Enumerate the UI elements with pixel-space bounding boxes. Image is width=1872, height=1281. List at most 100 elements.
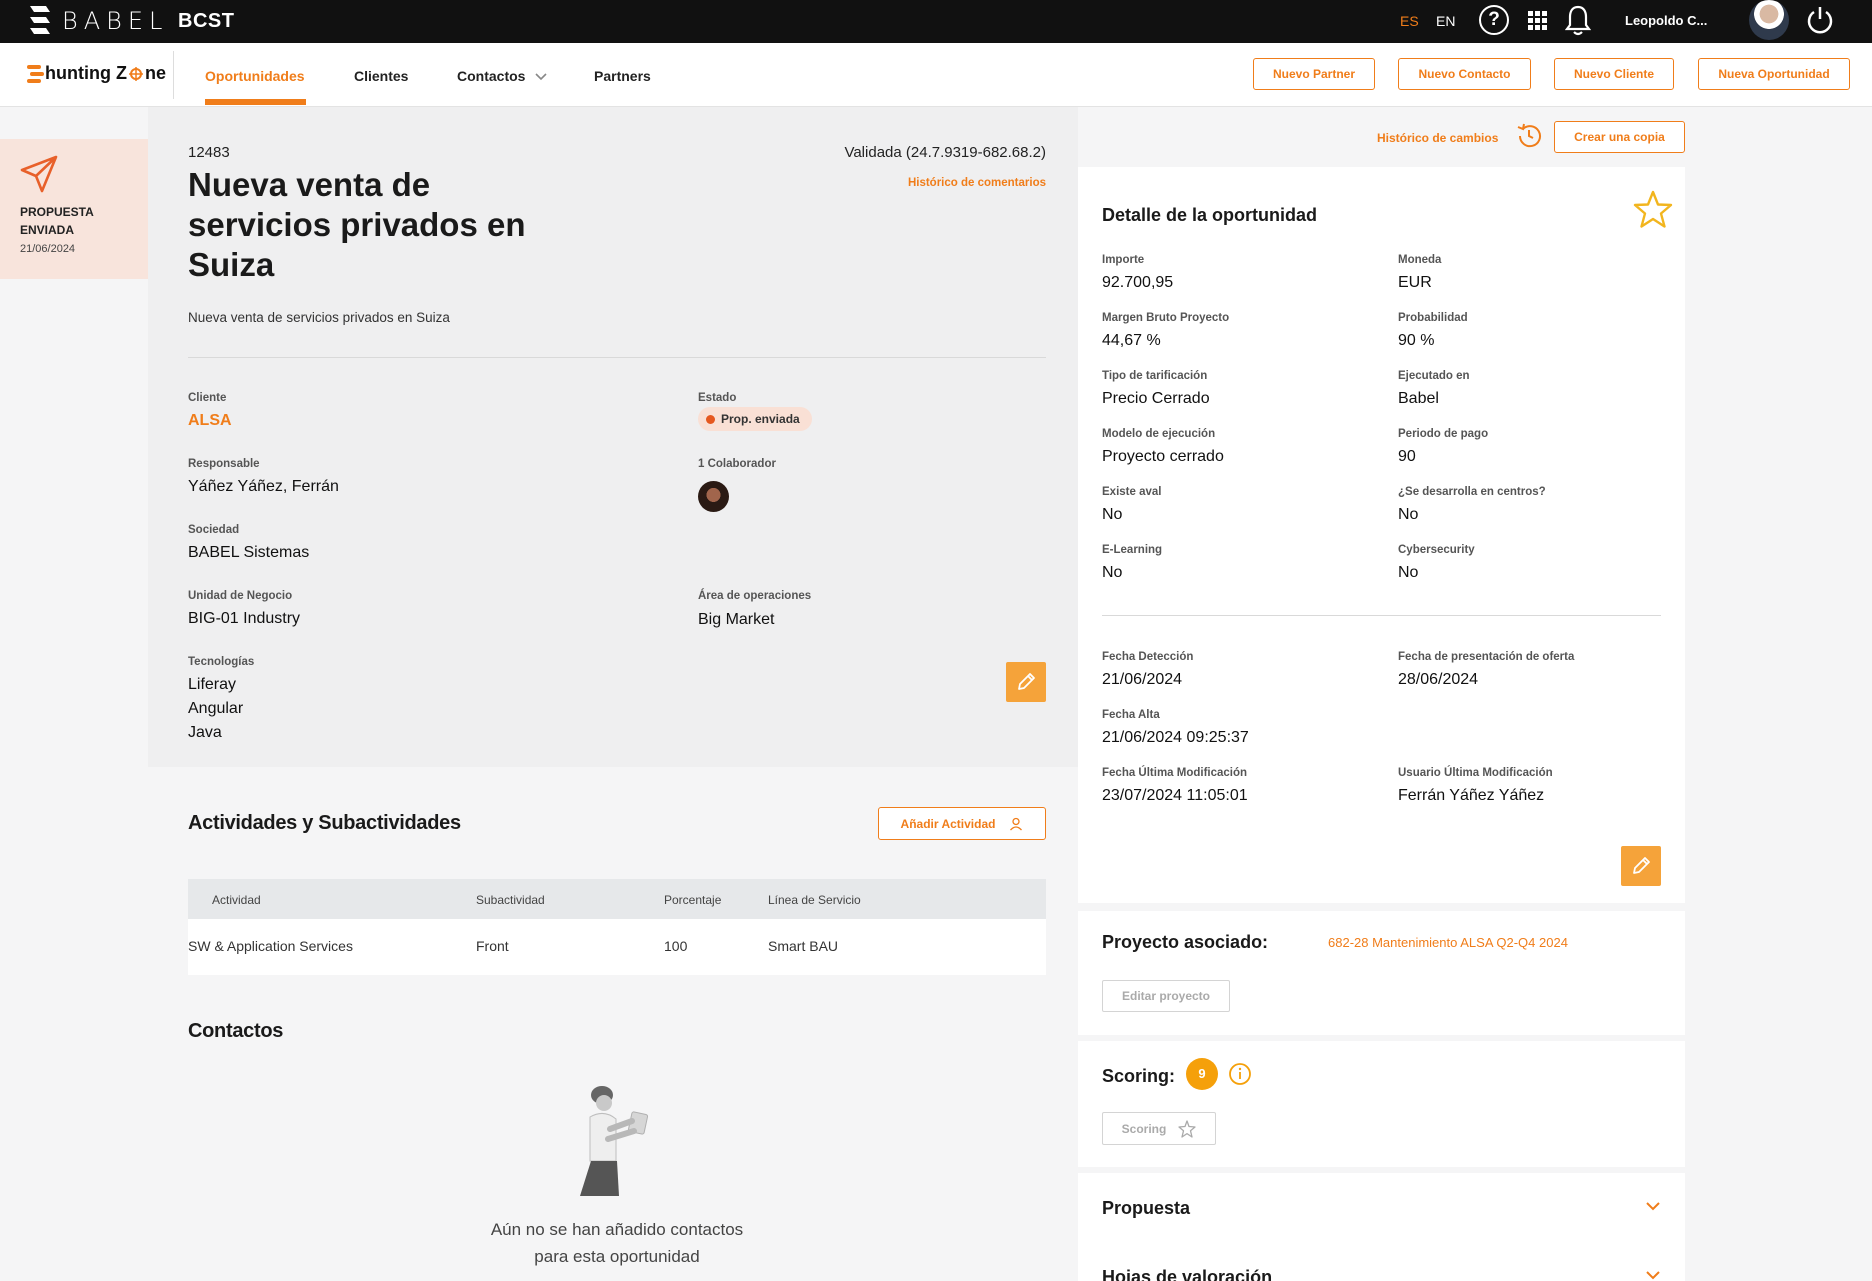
top-bar: BABEL BCST ES EN ? Leopoldo C...	[0, 0, 1872, 43]
active-tab-indicator	[205, 99, 306, 105]
accordion-propuesta[interactable]: Propuesta	[1102, 1198, 1190, 1219]
change-history-link[interactable]: Histórico de cambios	[1377, 131, 1498, 145]
nav-oportunidades[interactable]: Oportunidades	[205, 68, 305, 84]
estado-label: Estado	[698, 392, 737, 404]
unidad-label: Unidad de Negocio	[188, 590, 293, 602]
tecnologias-label: Tecnologías	[188, 656, 255, 668]
user-avatar[interactable]	[1749, 0, 1789, 40]
sociedad-label: Sociedad	[188, 524, 240, 536]
scoring-label: Scoring:	[1102, 1066, 1176, 1086]
table-cell: Smart BAU	[768, 938, 839, 954]
hunting-zone-logo[interactable]: hunting Z ne	[27, 63, 166, 84]
pencil-icon	[1018, 673, 1035, 690]
divider	[1102, 615, 1661, 616]
fecha-oferta-label: Fecha de presentación de oferta	[1398, 651, 1575, 663]
validation-status: Validada (24.7.9319-682.68.2)	[844, 144, 1046, 161]
tecnologia-item: Liferay	[188, 676, 237, 693]
edit-project-button[interactable]: Editar proyecto	[1102, 980, 1230, 1012]
opportunity-description: Nueva venta de servicios privados en Sui…	[188, 310, 450, 325]
periodo-value: 90	[1398, 448, 1416, 465]
project-link[interactable]: 682-28 Mantenimiento ALSA Q2-Q4 2024	[1328, 935, 1568, 950]
nuevo-contacto-button[interactable]: Nuevo Contacto	[1398, 58, 1531, 90]
modelo-label: Modelo de ejecución	[1102, 428, 1216, 440]
opportunity-detail-panel: Detalle de la oportunidad Importe 92.700…	[1078, 167, 1685, 1281]
babel-mark-icon	[30, 6, 50, 34]
responsable-value: Yáñez Yáñez, Ferrán	[188, 478, 339, 495]
tecnologia-item: Java	[188, 724, 222, 741]
star-favorite-icon[interactable]	[1632, 189, 1674, 231]
cliente-label: Cliente	[188, 392, 227, 404]
fecha-deteccion-value: 21/06/2024	[1102, 671, 1183, 688]
table-row[interactable]: SW & Application Services Front 100 Smar…	[188, 919, 1046, 975]
aval-value: No	[1102, 506, 1123, 523]
chevron-down-icon[interactable]	[1645, 1200, 1661, 1212]
status-date: 21/06/2024	[20, 243, 76, 255]
cliente-link[interactable]: ALSA	[188, 412, 232, 430]
edit-opportunity-button[interactable]	[1006, 662, 1046, 702]
tarificacion-value: Precio Cerrado	[1102, 390, 1210, 407]
add-activity-button[interactable]: Añadir Actividad	[878, 807, 1046, 840]
empty-line-2: para esta oportunidad	[534, 1247, 700, 1266]
ejecutado-value: Babel	[1398, 390, 1439, 407]
chevron-down-icon[interactable]	[1645, 1269, 1661, 1281]
comments-history-link[interactable]: Histórico de comentarios	[908, 177, 1046, 189]
user-name[interactable]: Leopoldo C...	[1625, 13, 1707, 28]
edit-detail-button[interactable]	[1621, 846, 1661, 886]
responsable-label: Responsable	[188, 458, 260, 470]
power-icon[interactable]	[1805, 5, 1835, 35]
moneda-label: Moneda	[1398, 254, 1442, 266]
cybersecurity-value: No	[1398, 564, 1419, 581]
fecha-deteccion-label: Fecha Detección	[1102, 651, 1194, 663]
nav-partners[interactable]: Partners	[594, 68, 651, 84]
elearning-value: No	[1102, 564, 1123, 581]
empty-line-1: Aún no se han añadido contactos	[490, 1220, 744, 1239]
fecha-modificacion-value: 23/07/2024 11:05:01	[1102, 787, 1248, 804]
help-icon[interactable]: ?	[1479, 5, 1509, 35]
status-dot-icon	[706, 414, 715, 424]
chevron-down-icon	[535, 73, 547, 81]
fecha-modificacion-label: Fecha Última Modificación	[1102, 767, 1248, 779]
pencil-icon	[1633, 857, 1650, 874]
area-value: Big Market	[698, 611, 775, 628]
elearning-label: E-Learning	[1102, 544, 1163, 556]
nav-clientes[interactable]: Clientes	[354, 68, 408, 84]
probabilidad-value: 90 %	[1398, 332, 1435, 349]
app-name: BCST	[178, 10, 235, 32]
probabilidad-label: Probabilidad	[1398, 312, 1468, 324]
star-icon	[1178, 1119, 1196, 1138]
babel-logo[interactable]: BABEL	[28, 4, 168, 38]
lang-es[interactable]: ES	[1400, 13, 1419, 29]
column-header: Porcentaje	[664, 893, 722, 907]
nuevo-partner-button[interactable]: Nuevo Partner	[1253, 58, 1375, 90]
history-clock-icon[interactable]	[1515, 122, 1543, 150]
sociedad-value: BABEL Sistemas	[188, 544, 310, 561]
usuario-modificacion-value: Ferrán Yáñez Yáñez	[1398, 787, 1545, 804]
table-cell: 100	[664, 938, 688, 954]
nueva-oportunidad-button[interactable]: Nueva Oportunidad	[1698, 58, 1850, 90]
info-icon[interactable]	[1228, 1062, 1252, 1086]
nav-contactos-label: Contactos	[457, 68, 526, 84]
scoring-badge: 9	[1186, 1058, 1218, 1090]
detail-title: Detalle de la oportunidad	[1102, 205, 1318, 225]
colaborador-label: 1 Colaborador	[698, 458, 776, 470]
hunting-zone-mark-icon	[27, 64, 44, 83]
hunting-zone-text-1: hunting Z	[45, 63, 127, 83]
collaborator-avatar[interactable]	[698, 481, 729, 512]
hunting-zone-text-2: ne	[144, 63, 166, 83]
section-separator	[1078, 1167, 1685, 1173]
table-header: Actividad Subactividad Porcentaje Línea …	[188, 879, 1046, 919]
nav-divider	[173, 51, 174, 99]
nuevo-cliente-button[interactable]: Nuevo Cliente	[1554, 58, 1674, 90]
contacts-title: Contactos	[188, 1020, 284, 1042]
modelo-value: Proyecto cerrado	[1102, 448, 1224, 465]
accordion-hojas-valoracion[interactable]: Hojas de valoración	[1102, 1267, 1272, 1281]
activities-table: Actividad Subactividad Porcentaje Línea …	[188, 879, 1046, 975]
nav-contactos[interactable]: Contactos	[457, 68, 547, 84]
paper-plane-icon	[20, 155, 58, 193]
apps-grid-icon[interactable]	[1528, 11, 1547, 30]
fecha-alta-value: 21/06/2024 09:25:37	[1102, 729, 1249, 746]
scoring-button[interactable]: Scoring	[1102, 1112, 1216, 1145]
create-copy-button[interactable]: Crear una copia	[1554, 121, 1685, 153]
lang-en[interactable]: EN	[1436, 13, 1455, 29]
bell-icon[interactable]	[1565, 4, 1591, 36]
